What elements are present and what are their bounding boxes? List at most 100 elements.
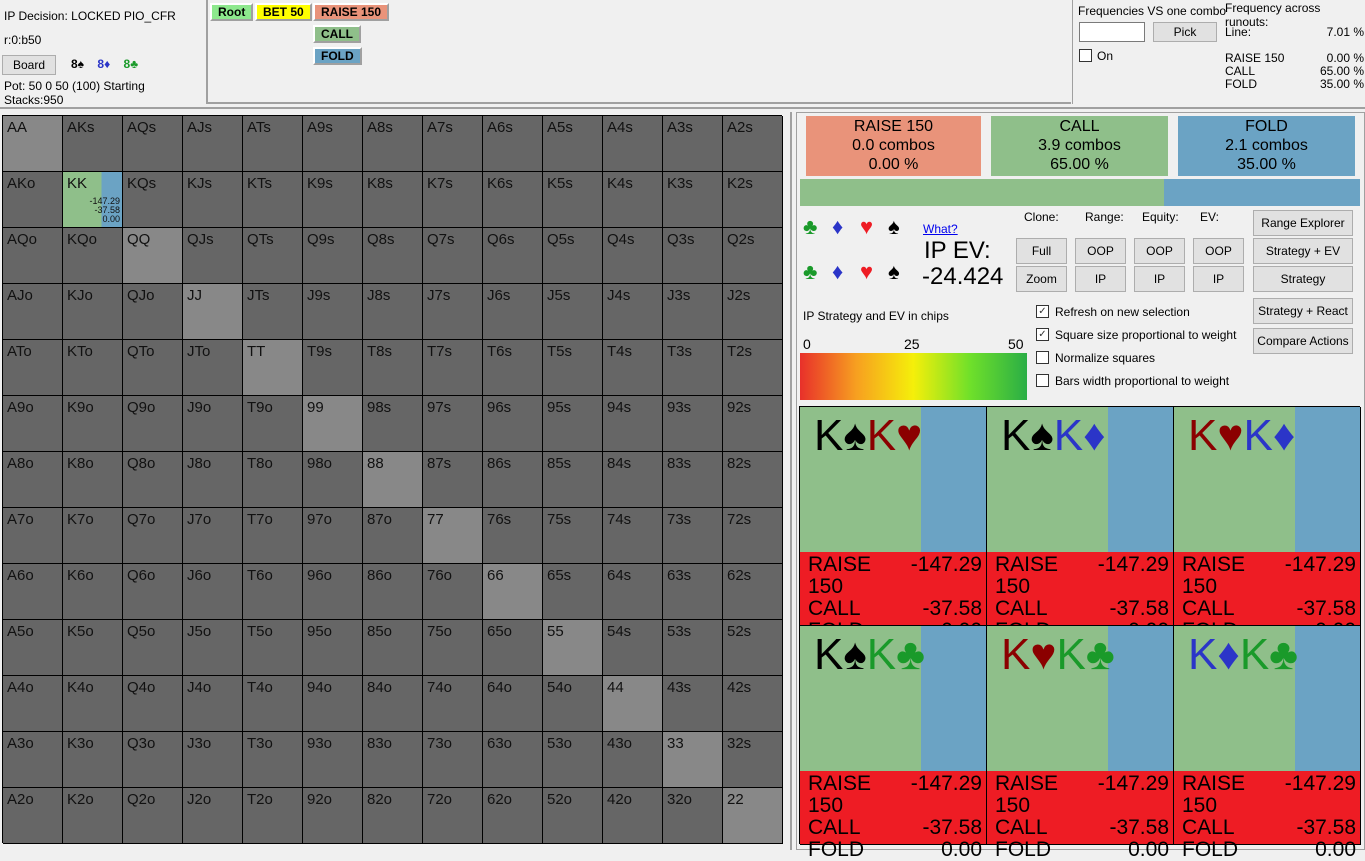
- strategy-ev-button[interactable]: Strategy + EV: [1253, 238, 1353, 264]
- hand-cell-94s[interactable]: 94s: [603, 396, 663, 452]
- hand-cell-A6s[interactable]: A6s: [483, 116, 543, 172]
- hand-cell-KJo[interactable]: KJo: [63, 284, 123, 340]
- combo-card[interactable]: K♦K♣ RAISE 150 -147.29 CALL -37.58 FOLD 0.00: [1174, 626, 1361, 861]
- hand-cell-QTs[interactable]: QTs: [243, 228, 303, 284]
- hand-cell-T7o[interactable]: T7o: [243, 508, 303, 564]
- hand-cell-87s[interactable]: 87s: [423, 452, 483, 508]
- hand-cell-JTo[interactable]: JTo: [183, 340, 243, 396]
- hand-cell-99[interactable]: 99: [303, 396, 363, 452]
- hand-cell-J3s[interactable]: J3s: [663, 284, 723, 340]
- hand-cell-AA[interactable]: AA: [3, 116, 63, 172]
- hand-cell-T6o[interactable]: T6o: [243, 564, 303, 620]
- combo-card[interactable]: K♥K♦RAISE 150-147.29CALL-37.58FOLD0.00: [1174, 407, 1361, 642]
- clone-zoom-button[interactable]: Zoom: [1016, 266, 1067, 292]
- hand-cell-QTo[interactable]: QTo: [123, 340, 183, 396]
- hand-cell-AJs[interactable]: AJs: [183, 116, 243, 172]
- refresh-checkbox[interactable]: ✓: [1036, 305, 1049, 318]
- hand-cell-55[interactable]: 55: [543, 620, 603, 676]
- hand-cell-J8o[interactable]: J8o: [183, 452, 243, 508]
- tree-node-root[interactable]: Root: [210, 3, 254, 21]
- hand-cell-K3s[interactable]: K3s: [663, 172, 723, 228]
- hand-cell-Q2s[interactable]: Q2s: [723, 228, 783, 284]
- hand-cell-Q2o[interactable]: Q2o: [123, 788, 183, 844]
- hand-cell-32s[interactable]: 32s: [723, 732, 783, 788]
- hand-cell-A2s[interactable]: A2s: [723, 116, 783, 172]
- hand-cell-86s[interactable]: 86s: [483, 452, 543, 508]
- hand-cell-66[interactable]: 66: [483, 564, 543, 620]
- hand-cell-T3s[interactable]: T3s: [663, 340, 723, 396]
- hand-cell-64s[interactable]: 64s: [603, 564, 663, 620]
- hand-cell-J5s[interactable]: J5s: [543, 284, 603, 340]
- heart-filter-icon[interactable]: ♥: [860, 214, 873, 240]
- hand-cell-KJs[interactable]: KJs: [183, 172, 243, 228]
- hand-cell-54s[interactable]: 54s: [603, 620, 663, 676]
- hand-cell-76s[interactable]: 76s: [483, 508, 543, 564]
- hand-cell-J5o[interactable]: J5o: [183, 620, 243, 676]
- hand-cell-J2o[interactable]: J2o: [183, 788, 243, 844]
- hand-cell-97s[interactable]: 97s: [423, 396, 483, 452]
- hand-cell-Q9o[interactable]: Q9o: [123, 396, 183, 452]
- hand-cell-J9o[interactable]: J9o: [183, 396, 243, 452]
- range-oop-button[interactable]: OOP: [1075, 238, 1126, 264]
- hand-cell-KTo[interactable]: KTo: [63, 340, 123, 396]
- hand-cell-Q4s[interactable]: Q4s: [603, 228, 663, 284]
- hand-cell-53s[interactable]: 53s: [663, 620, 723, 676]
- hand-cell-53o[interactable]: 53o: [543, 732, 603, 788]
- hand-cell-K5s[interactable]: K5s: [543, 172, 603, 228]
- hand-cell-K9o[interactable]: K9o: [63, 396, 123, 452]
- hand-cell-K4o[interactable]: K4o: [63, 676, 123, 732]
- hand-cell-88[interactable]: 88: [363, 452, 423, 508]
- hand-cell-J2s[interactable]: J2s: [723, 284, 783, 340]
- hand-cell-83s[interactable]: 83s: [663, 452, 723, 508]
- hand-cell-A4o[interactable]: A4o: [3, 676, 63, 732]
- hand-cell-TT[interactable]: TT: [243, 340, 303, 396]
- pick-button[interactable]: Pick: [1153, 22, 1217, 42]
- hand-cell-ATs[interactable]: ATs: [243, 116, 303, 172]
- hand-cell-A4s[interactable]: A4s: [603, 116, 663, 172]
- hand-cell-Q6o[interactable]: Q6o: [123, 564, 183, 620]
- hand-cell-A9s[interactable]: A9s: [303, 116, 363, 172]
- hand-cell-72s[interactable]: 72s: [723, 508, 783, 564]
- hand-cell-T4s[interactable]: T4s: [603, 340, 663, 396]
- hand-cell-65s[interactable]: 65s: [543, 564, 603, 620]
- hand-cell-82o[interactable]: 82o: [363, 788, 423, 844]
- hand-cell-J4o[interactable]: J4o: [183, 676, 243, 732]
- hand-cell-62o[interactable]: 62o: [483, 788, 543, 844]
- hand-cell-T2o[interactable]: T2o: [243, 788, 303, 844]
- hand-cell-Q3s[interactable]: Q3s: [663, 228, 723, 284]
- hand-cell-J9s[interactable]: J9s: [303, 284, 363, 340]
- equity-oop-button[interactable]: OOP: [1134, 238, 1185, 264]
- hand-cell-95o[interactable]: 95o: [303, 620, 363, 676]
- hand-cell-KQo[interactable]: KQo: [63, 228, 123, 284]
- hand-cell-85s[interactable]: 85s: [543, 452, 603, 508]
- hand-cell-43s[interactable]: 43s: [663, 676, 723, 732]
- hand-cell-73s[interactable]: 73s: [663, 508, 723, 564]
- hand-cell-J3o[interactable]: J3o: [183, 732, 243, 788]
- bars-width-checkbox[interactable]: [1036, 374, 1049, 387]
- hand-cell-J8s[interactable]: J8s: [363, 284, 423, 340]
- hand-cell-T9o[interactable]: T9o: [243, 396, 303, 452]
- diamond-filter-icon[interactable]: ♦: [832, 214, 843, 240]
- hand-cell-92s[interactable]: 92s: [723, 396, 783, 452]
- hand-cell-Q7o[interactable]: Q7o: [123, 508, 183, 564]
- hand-cell-QQ[interactable]: QQ: [123, 228, 183, 284]
- hand-cell-32o[interactable]: 32o: [663, 788, 723, 844]
- hand-cell-A2o[interactable]: A2o: [3, 788, 63, 844]
- hand-cell-94o[interactable]: 94o: [303, 676, 363, 732]
- hand-cell-22[interactable]: 22: [723, 788, 783, 844]
- hand-cell-A9o[interactable]: A9o: [3, 396, 63, 452]
- hand-cell-T9s[interactable]: T9s: [303, 340, 363, 396]
- hand-cell-J4s[interactable]: J4s: [603, 284, 663, 340]
- hand-cell-95s[interactable]: 95s: [543, 396, 603, 452]
- hand-cell-82s[interactable]: 82s: [723, 452, 783, 508]
- hand-cell-A7s[interactable]: A7s: [423, 116, 483, 172]
- hand-cell-64o[interactable]: 64o: [483, 676, 543, 732]
- hand-cell-72o[interactable]: 72o: [423, 788, 483, 844]
- combo-card[interactable]: K♥K♣ RAISE 150 -147.29 CALL -37.58 FOLD 0.00: [987, 626, 1174, 861]
- range-explorer-button[interactable]: Range Explorer: [1253, 210, 1353, 236]
- hand-cell-76o[interactable]: 76o: [423, 564, 483, 620]
- hand-cell-AJo[interactable]: AJo: [3, 284, 63, 340]
- hand-cell-96o[interactable]: 96o: [303, 564, 363, 620]
- hand-cell-83o[interactable]: 83o: [363, 732, 423, 788]
- hand-cell-KQs[interactable]: KQs: [123, 172, 183, 228]
